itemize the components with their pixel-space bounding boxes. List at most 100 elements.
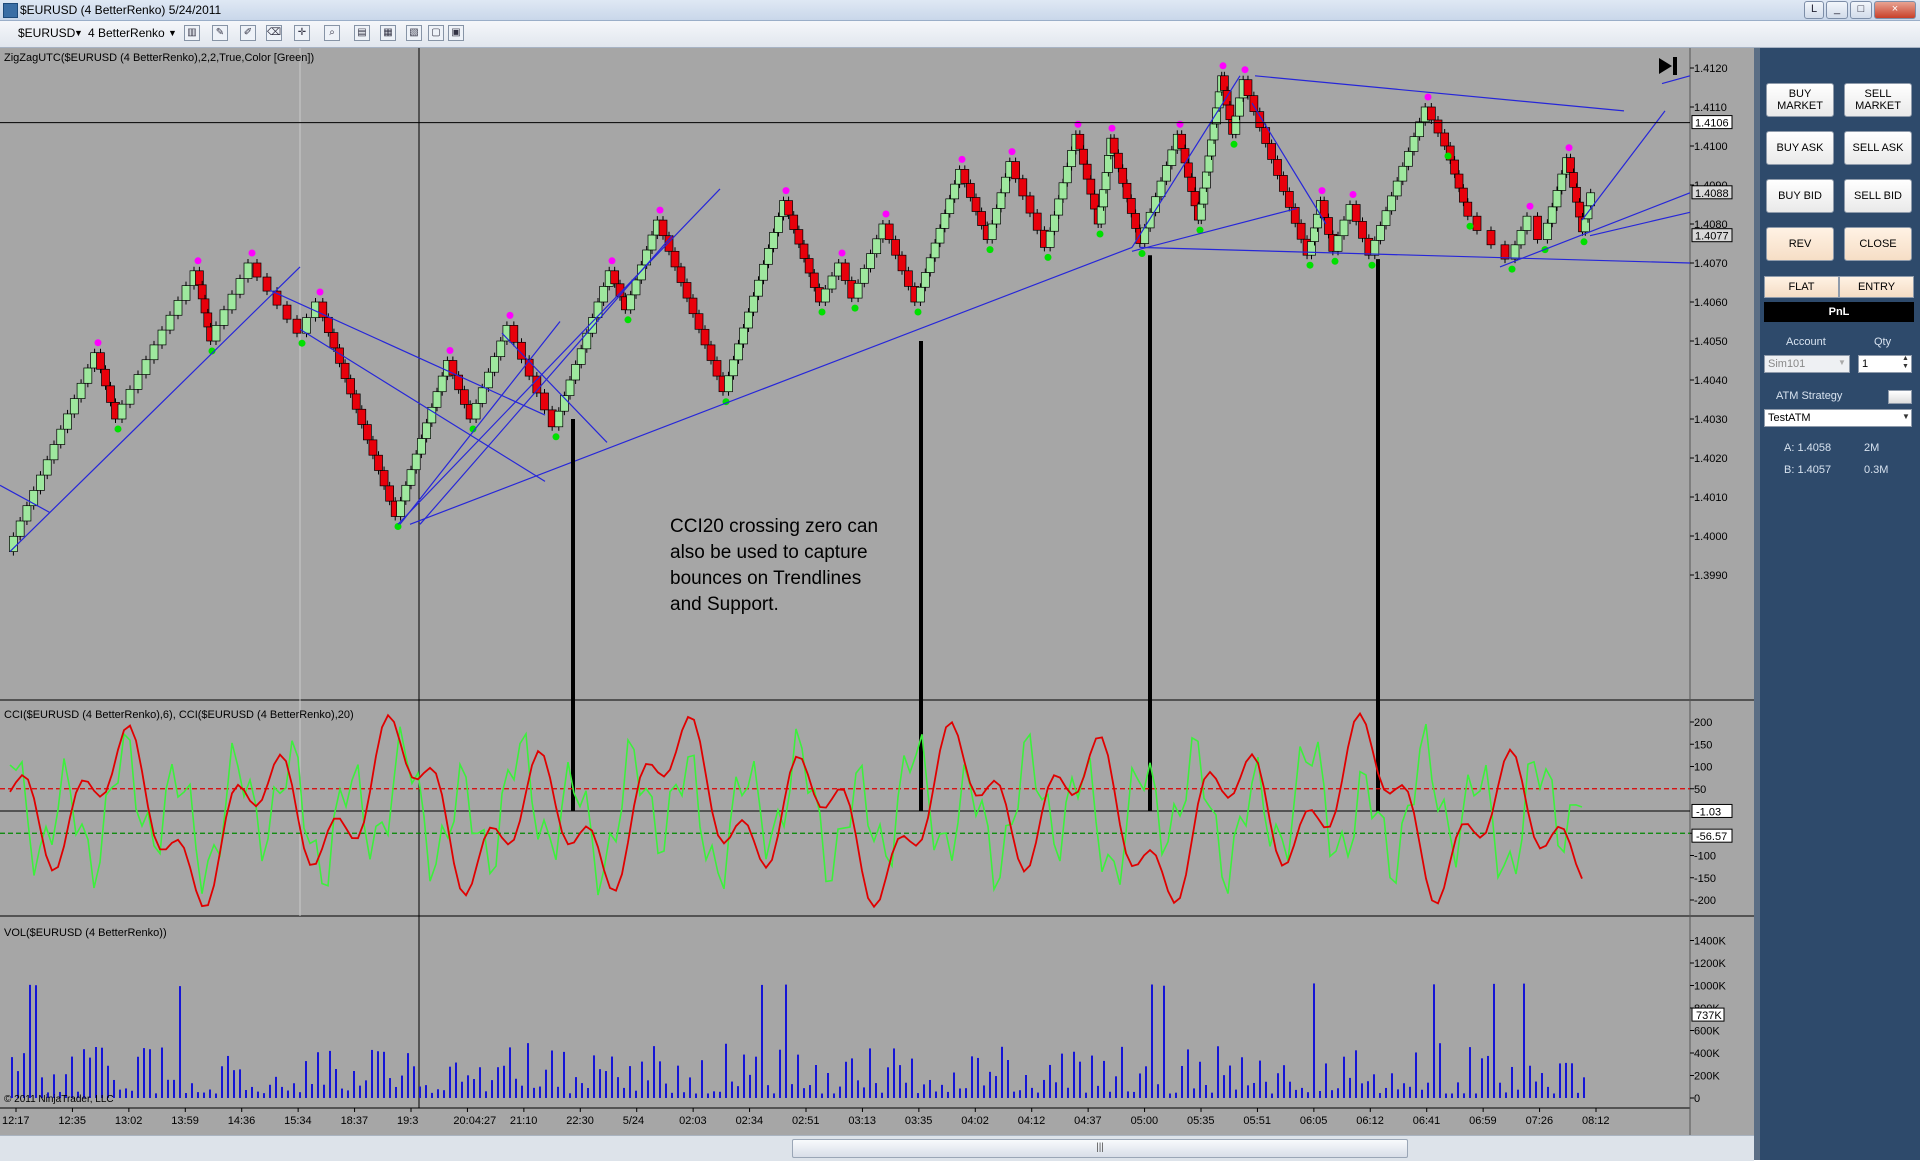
buy-ask-button[interactable]: BUY ASK [1766,131,1834,165]
renko-brick [1243,79,1253,97]
time-tick-label: 02:34 [736,1115,764,1127]
atm-settings-button[interactable] [1888,390,1912,404]
renko-brick [1319,200,1329,218]
properties-icon[interactable]: ▤ [354,25,370,41]
skip-to-end-icon[interactable] [1659,57,1677,75]
data-box-icon[interactable]: ▢ [428,25,444,41]
renko-brick [610,270,620,285]
renko-brick [1552,190,1562,208]
renko-brick [346,378,355,395]
drawing-tool-icon[interactable]: ✎ [212,25,228,41]
renko-brick [243,262,253,279]
renko-brick [490,356,499,373]
buy-market-button[interactable]: BUY MARKET [1766,83,1834,117]
period-selector[interactable]: 4 BetterRenko [88,26,165,40]
renko-brick [935,227,945,244]
trendline [1581,110,1666,221]
renko-brick [422,422,431,439]
renko-brick [227,293,237,311]
buy-bid-button[interactable]: BUY BID [1766,179,1834,213]
swing-high-marker [1241,66,1249,74]
time-tick-label: 03:35 [905,1115,933,1127]
close-position-button[interactable]: CLOSE [1844,227,1912,261]
annotation-line: also be used to capture [670,542,868,563]
maximize-button[interactable]: □ [1850,1,1872,19]
renko-brick [396,500,405,517]
renko-brick [853,282,863,299]
annotation-line: CCI20 crossing zero can [670,516,879,537]
renko-brick [700,328,710,346]
cci6-line [9,723,1583,896]
renko-brick [36,474,45,491]
chart-area[interactable]: 1.41201.41101.41001.40901.40801.40701.40… [0,48,1754,1144]
renko-brick [292,318,302,334]
trendline [409,246,1133,525]
renko-brick [1454,173,1464,189]
renko-brick [966,183,975,198]
remove-drawing-icon[interactable]: ⌫ [266,25,282,41]
chart-annotation: CCI20 crossing zero can also be used to … [670,514,900,618]
renko-brick [1516,230,1526,246]
trendline [1131,207,1298,252]
swing-high-marker [958,155,966,163]
strategies-icon[interactable]: ▧ [406,25,422,41]
renko-brick [1114,152,1123,169]
qty-stepper-icon[interactable]: ▲ ▼ [1902,355,1909,371]
trendline [1139,246,1691,264]
chart-trader-panel [1760,48,1920,1160]
renko-brick [262,276,272,292]
scrollbar-thumb[interactable]: ||| [792,1139,1408,1158]
vol-tick-label: 1400K [1694,936,1726,948]
cci-tick-label: 50 [1694,784,1706,796]
chevron-down-icon[interactable]: ▼ [1838,358,1846,367]
sell-market-button[interactable]: SELL MARKET [1844,83,1912,117]
renko-brick [1018,178,1028,197]
chevron-down-icon[interactable]: ▼ [1902,412,1910,421]
renko-brick [1404,151,1413,167]
renko-brick [509,325,519,343]
chevron-down-icon[interactable]: ▼ [168,28,177,38]
cci-tick-label: -150 [1694,873,1716,885]
swing-high-marker [1108,124,1116,132]
reverse-button[interactable]: REV [1766,227,1834,261]
renko-brick [1450,159,1459,175]
renko-brick [1296,222,1306,240]
crosshair-icon[interactable]: ✛ [294,25,310,41]
cci-tick-label: 100 [1694,762,1712,774]
swing-high-marker [1526,202,1534,210]
vol-tick-label: 1200K [1694,958,1726,970]
chart-trader-icon[interactable]: ▣ [448,25,464,41]
sell-bid-button[interactable]: SELL BID [1844,179,1912,213]
renko-brick [1062,166,1072,184]
vol-tick-label: 400K [1694,1048,1720,1060]
swing-high-marker [248,249,256,257]
minimize-button[interactable]: _ [1826,1,1848,19]
sell-ask-button[interactable]: SELL ASK [1844,131,1912,165]
close-window-button[interactable]: × [1874,1,1916,19]
renko-brick [950,183,960,200]
renko-brick [712,360,722,377]
renko-brick [1415,121,1424,137]
renko-brick [1249,95,1259,112]
bar-type-icon[interactable]: ▥ [184,25,200,41]
renko-brick [1075,133,1085,150]
stay-in-draw-icon[interactable]: ✐ [240,25,256,41]
instrument-selector[interactable]: $EURUSD [18,26,75,40]
zoom-icon[interactable]: ⌕ [324,25,340,41]
horizontal-scrollbar[interactable]: ||| [0,1135,1754,1161]
renko-brick [1180,148,1190,164]
main-indicator-label: ZigZagUTC($EURUSD (4 BetterRenko),2,2,Tr… [4,52,315,64]
swing-high-marker [782,187,790,195]
indicators-icon[interactable]: ▦ [380,25,396,41]
renko-brick [1500,244,1510,260]
atm-strategy-select[interactable]: TestATM [1764,409,1912,427]
chevron-down-icon[interactable]: ▼ [74,28,83,38]
help-button[interactable]: L [1804,1,1824,19]
renko-brick [1045,230,1055,248]
renko-brick [406,469,416,486]
entry-button[interactable]: ENTRY [1839,276,1914,298]
renko-brick [694,313,704,330]
swing-high-marker [1318,187,1326,195]
flat-button[interactable]: FLAT [1764,276,1839,298]
renko-brick [987,223,997,240]
